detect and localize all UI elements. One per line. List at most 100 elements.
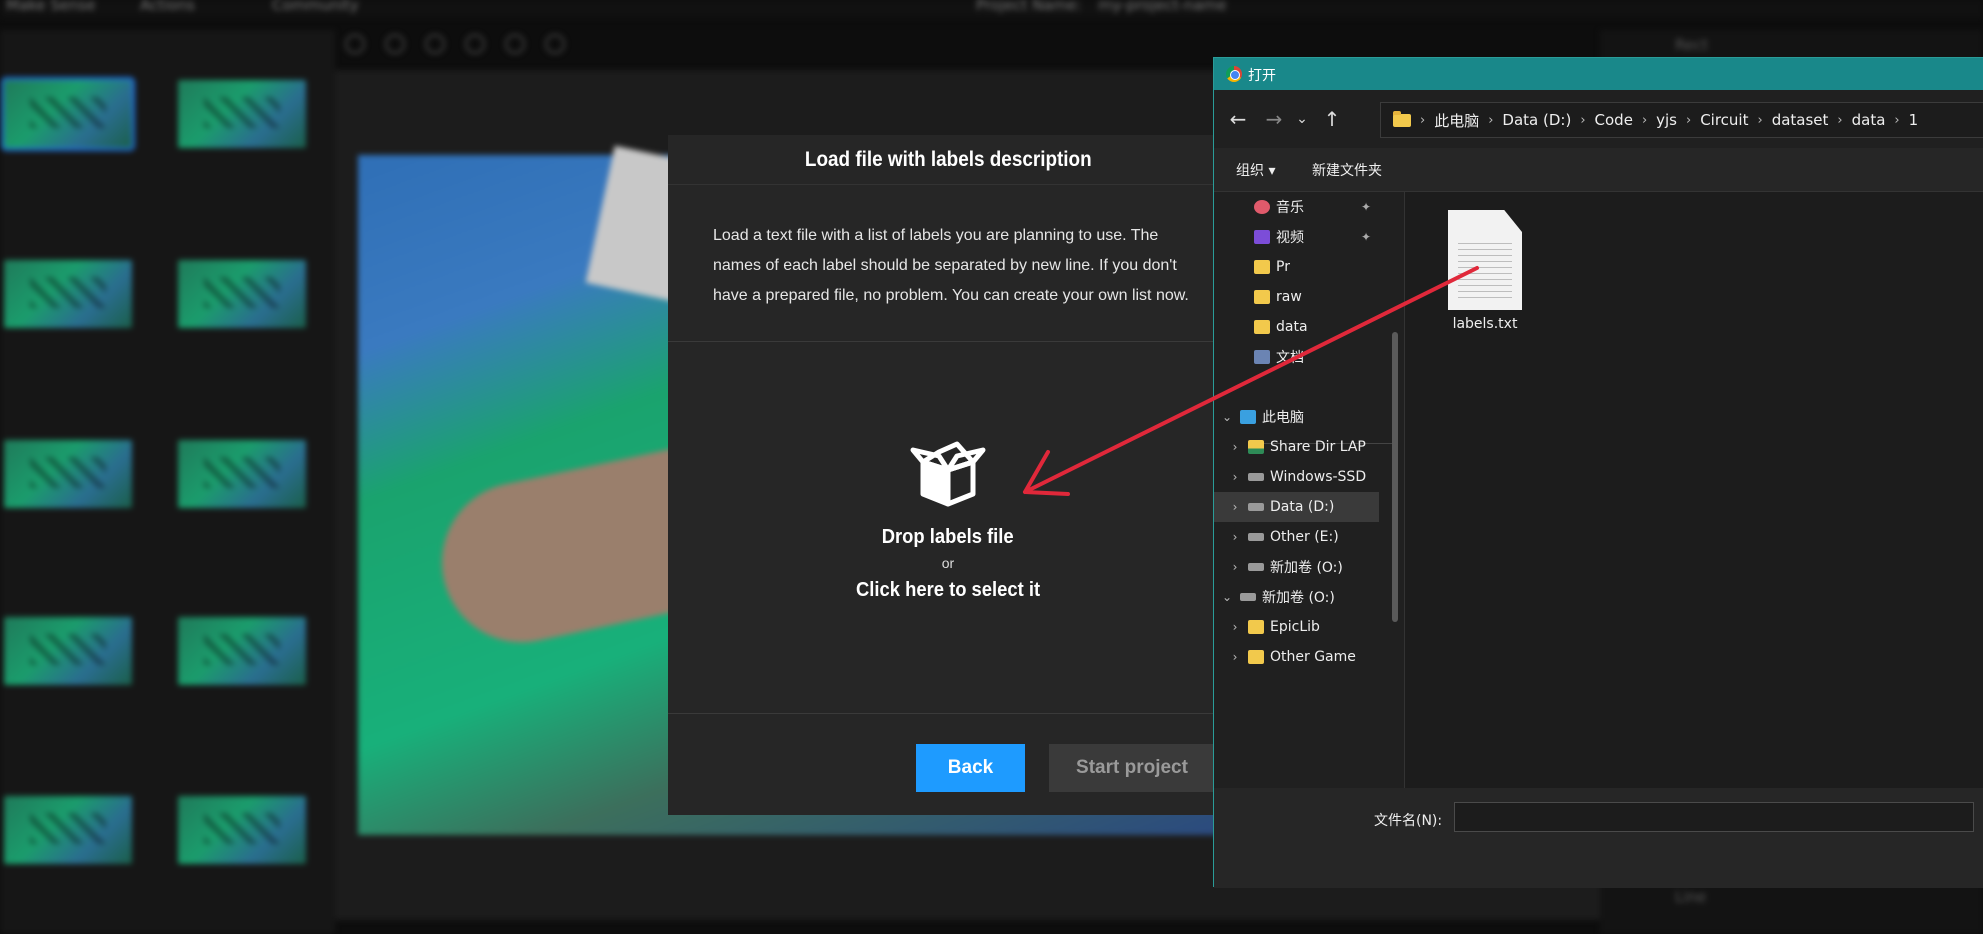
image-thumbnail[interactable] [1,77,135,151]
text-file-icon [1448,210,1522,310]
nav-item-raw[interactable]: raw [1214,282,1379,312]
image-thumbnail[interactable] [178,617,306,685]
crosshair-icon[interactable] [545,34,565,54]
breadcrumb-item[interactable]: data [1852,111,1886,129]
chevron-right-icon[interactable]: › [1222,650,1248,664]
nav-item-windows-ssd[interactable]: › Windows-SSD [1214,462,1379,492]
breadcrumb-item[interactable]: dataset [1772,111,1829,129]
breadcrumb-separator: › [1420,112,1426,128]
folder-icon [1254,290,1270,304]
breadcrumb-item[interactable]: 1 [1909,111,1919,129]
menu-actions[interactable]: Actions [140,0,195,14]
filename-label: 文件名(N): [1374,813,1443,829]
nav-item-other-e[interactable]: › Other (E:) [1214,522,1379,552]
nav-item-pr[interactable]: Pr [1214,252,1379,282]
nav-item-videos[interactable]: 视频 ✦ [1214,222,1379,252]
zoom-in-icon[interactable] [345,34,365,54]
breadcrumb-item[interactable]: yjs [1656,111,1677,129]
back-arrow-icon[interactable]: ← [1224,105,1252,133]
chevron-right-icon[interactable]: › [1222,530,1248,544]
divider [668,713,1228,714]
image-thumbnail[interactable] [4,260,132,328]
chevron-right-icon[interactable]: › [1222,620,1248,634]
nav-item-documents[interactable]: 文档 [1214,342,1379,372]
nav-item-music[interactable]: 音乐 ✦ [1214,192,1379,222]
file-name: labels.txt [1452,316,1518,332]
pin-icon: ✦ [1360,230,1371,244]
breadcrumb-item[interactable]: 此电脑 [1434,110,1479,131]
breadcrumb-item[interactable]: Circuit [1700,111,1748,129]
menu-community[interactable]: Community [272,0,359,14]
dialog-command-bar: 组织 ▾ 新建文件夹 [1214,148,1983,192]
image-thumbnail[interactable] [178,80,306,148]
up-arrow-icon[interactable]: ↑ [1318,105,1346,133]
file-list: labels.txt [1405,192,1983,788]
modal-title: Load file with labels description [804,147,1092,171]
nav-item-share-dir[interactable]: › Share Dir LAP [1214,432,1379,462]
editor-toolbar [345,34,595,62]
start-project-button[interactable]: Start project [1049,744,1215,792]
nav-item-volume-o-root[interactable]: ⌄ 新加卷 (O:) [1214,582,1379,612]
folder-icon [1248,650,1264,664]
tool-line[interactable]: Line [1675,888,1706,906]
chevron-down-icon[interactable]: ⌄ [1214,410,1240,424]
tool-rect[interactable]: Rect [1675,36,1708,54]
select-file-link[interactable]: Click here to select it [856,579,1040,602]
dialog-titlebar[interactable]: 打开 [1214,58,1983,90]
menu-brand[interactable]: Make Sense [6,0,96,14]
forward-arrow-icon[interactable]: → [1260,105,1288,133]
navigation-pane: 音乐 ✦ 视频 ✦ Pr raw data 文档 ⌄ 此电脑 › Share Dir L… [1214,192,1402,788]
video-icon [1254,230,1270,244]
breadcrumb-separator: › [1837,112,1843,128]
address-bar[interactable]: › 此电脑 › Data (D:) › Code › yjs › Circuit › da… [1380,102,1983,138]
breadcrumb-item[interactable]: Data (D:) [1502,111,1571,129]
folder-icon [1248,620,1264,634]
recent-locations-chevron-icon[interactable]: ⌄ [1288,105,1316,133]
breadcrumb-item[interactable]: Code [1595,111,1633,129]
nav-item-data[interactable]: data [1214,312,1379,342]
nav-item-other-game[interactable]: › Other Game [1214,642,1379,672]
nav-item-this-pc[interactable]: ⌄ 此电脑 [1214,402,1379,432]
drive-icon [1248,563,1264,571]
hand-icon[interactable] [505,34,525,54]
new-folder-button[interactable]: 新建文件夹 [1312,160,1382,180]
nav-item-volume-o[interactable]: › 新加卷 (O:) [1214,552,1379,582]
image-thumbnail[interactable] [178,260,306,328]
file-item[interactable]: labels.txt [1435,210,1535,332]
zoom-out-icon[interactable] [385,34,405,54]
nav-item-epiclib[interactable]: › EpicLib [1214,612,1379,642]
modal-header: Load file with labels description [668,135,1228,185]
drive-icon [1248,533,1264,541]
nav-item-data-d[interactable]: › Data (D:) [1214,492,1379,522]
image-thumbnail[interactable] [4,796,132,864]
zoom-fit-icon[interactable] [425,34,445,54]
project-name-input[interactable]: my-project-name [1098,0,1227,14]
chrome-icon [1226,66,1242,82]
chevron-right-icon[interactable]: › [1222,560,1248,574]
chevron-down-icon[interactable]: ⌄ [1214,590,1240,604]
image-thumbnail[interactable] [178,796,306,864]
folder-icon [1254,260,1270,274]
share-folder-icon [1248,440,1264,454]
project-name-label: Project Name: [976,0,1082,14]
document-icon [1254,350,1270,364]
zoom-max-icon[interactable] [465,34,485,54]
organize-menu[interactable]: 组织 ▾ [1236,160,1275,180]
chevron-right-icon[interactable]: › [1222,440,1248,454]
chevron-right-icon[interactable]: › [1222,470,1248,484]
nav-scrollbar[interactable] [1392,332,1398,622]
back-button[interactable]: Back [916,744,1025,792]
image-thumbnail[interactable] [4,440,132,508]
box-open-icon [910,441,986,507]
pc-icon [1240,410,1256,424]
dialog-title: 打开 [1248,68,1276,84]
image-thumbnail[interactable] [4,617,132,685]
image-thumbnail-panel [0,30,335,934]
image-thumbnail[interactable] [178,440,306,508]
dialog-bottom-bar: 文件名(N): [1214,788,1983,888]
chevron-right-icon[interactable]: › [1222,500,1248,514]
dialog-navbar: ← → ⌄ ↑ › 此电脑 › Data (D:) › Code › yjs › Cir… [1214,90,1983,148]
labels-drop-zone[interactable]: Drop labels file or Click here to select… [668,342,1228,712]
breadcrumb-separator: › [1894,112,1900,128]
filename-input[interactable] [1454,802,1974,832]
